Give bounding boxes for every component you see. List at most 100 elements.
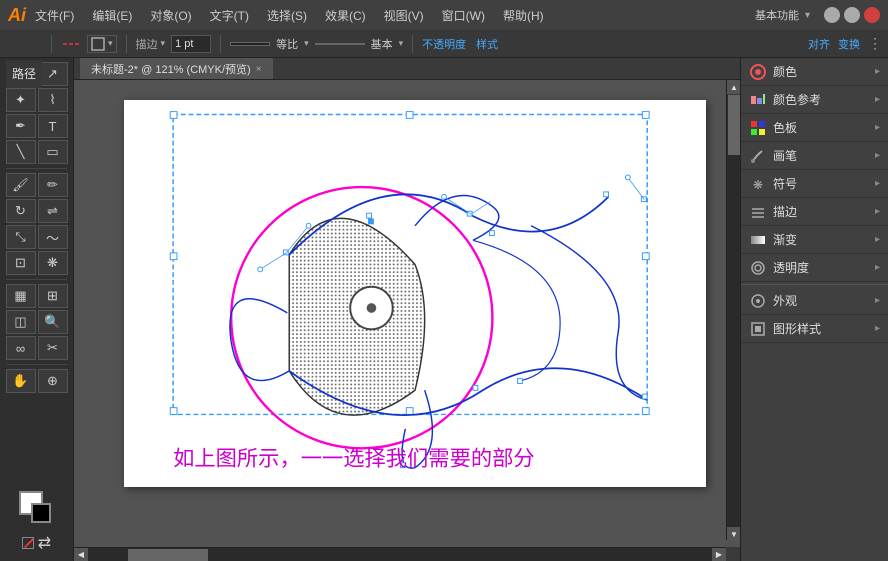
- handle-tl: [170, 112, 177, 119]
- graphic-style-panel-label: 图形样式: [773, 320, 821, 337]
- tool-hand[interactable]: ✋: [6, 369, 36, 393]
- tool-sep-2: [6, 279, 67, 280]
- panel-divider: [741, 284, 888, 285]
- swatch-panel-icon: [749, 119, 767, 137]
- panel-color-guide[interactable]: 颜色参考 ▸: [741, 86, 888, 114]
- swap-colors-icon[interactable]: ⇄: [38, 533, 51, 553]
- stroke-ratio-arrow[interactable]: ▾: [304, 38, 309, 49]
- menu-file[interactable]: 文件(F): [32, 5, 77, 26]
- canvas-viewport[interactable]: 如上图所示，一一选择我们需要的部分: [74, 80, 726, 547]
- shape-dropdown-arrow[interactable]: ▾: [108, 38, 113, 49]
- stroke-ratio-label: 等比: [276, 36, 298, 52]
- tool-brush[interactable]: 🖌: [6, 173, 36, 197]
- tool-magic-wand[interactable]: ✦: [6, 88, 36, 112]
- tool-warp[interactable]: 〜: [38, 225, 68, 249]
- panel-appearance[interactable]: 外观 ▸: [741, 287, 888, 315]
- stroke-style-selector[interactable]: 描边 ▾: [136, 36, 166, 52]
- align-label[interactable]: 对齐: [808, 36, 830, 52]
- maximize-button[interactable]: [844, 7, 860, 23]
- handle-line-1: [260, 253, 286, 269]
- none-swatch[interactable]: [22, 537, 34, 549]
- scroll-down-arrow[interactable]: ▼: [727, 527, 740, 541]
- tool-symbol[interactable]: ❋: [38, 251, 68, 275]
- stroke-style-label: 描边: [136, 36, 158, 52]
- toolbar-options-icon[interactable]: ⋮: [868, 35, 882, 52]
- document-tab[interactable]: 未标题-2* @ 121% (CMYK/预览) ×: [80, 58, 273, 79]
- menu-view[interactable]: 视图(V): [381, 5, 427, 26]
- panel-gradient[interactable]: 渐变 ▸: [741, 226, 888, 254]
- menu-effect[interactable]: 效果(C): [322, 5, 369, 26]
- right-panel: 颜色 ▸ 颜色参考 ▸ 色板 ▸: [740, 58, 888, 561]
- background-swatch[interactable]: [31, 503, 51, 523]
- scroll-thumb-h[interactable]: [128, 549, 208, 561]
- handle-dot-2: [306, 223, 311, 228]
- handle-tc: [406, 112, 413, 119]
- scroll-left-arrow[interactable]: ◀: [74, 548, 88, 561]
- anchor-3: [604, 192, 609, 197]
- tool-line[interactable]: ╲: [6, 140, 36, 164]
- tool-rotate[interactable]: ↻: [6, 199, 36, 223]
- tool-column-chart[interactable]: ▦: [6, 284, 36, 308]
- close-button[interactable]: [864, 7, 880, 23]
- panel-symbol[interactable]: ❋ 符号 ▸: [741, 170, 888, 198]
- scroll-right-arrow[interactable]: ▶: [712, 548, 726, 561]
- panel-brush[interactable]: 画笔 ▸: [741, 142, 888, 170]
- appearance-panel-arrow: ▸: [875, 295, 880, 306]
- style-label[interactable]: 样式: [476, 36, 498, 52]
- title-bar: Ai 文件(F) 编辑(E) 对象(O) 文字(T) 选择(S) 效果(C) 视…: [0, 0, 888, 30]
- tool-gradient[interactable]: ◫: [6, 310, 36, 334]
- tool-pencil[interactable]: ✏: [38, 173, 68, 197]
- minimize-button[interactable]: [824, 7, 840, 23]
- handle-line-4: [471, 202, 490, 215]
- panel-color[interactable]: 颜色 ▸: [741, 58, 888, 86]
- document-tab-close[interactable]: ×: [256, 64, 262, 75]
- transform-label[interactable]: 变换: [838, 36, 860, 52]
- stroke-width-input[interactable]: [171, 35, 211, 53]
- anchor-selected-1: [369, 219, 374, 224]
- swatch-panel-label: 色板: [773, 119, 797, 136]
- svg-text:❋: ❋: [753, 178, 763, 192]
- tool-blend[interactable]: ∞: [6, 336, 36, 360]
- tool-eyedropper[interactable]: 🔍: [38, 310, 68, 334]
- panel-stroke[interactable]: 描边 ▸: [741, 198, 888, 226]
- tool-pen[interactable]: ✒: [6, 114, 36, 138]
- scroll-track-h[interactable]: [88, 548, 712, 561]
- scrollbar-corner: [726, 547, 740, 561]
- tool-zoom[interactable]: ⊕: [38, 369, 68, 393]
- color-swatches: ⇄: [2, 487, 71, 557]
- appearance-panel-label: 外观: [773, 292, 797, 309]
- stroke-base-arrow[interactable]: ▾: [399, 38, 404, 49]
- tool-free-transform[interactable]: ⊡: [6, 251, 36, 275]
- tool-row-9: ▦ ⊞: [2, 284, 71, 308]
- menu-edit[interactable]: 编辑(E): [89, 5, 135, 26]
- panel-swatch[interactable]: 色板 ▸: [741, 114, 888, 142]
- scroll-track-v[interactable]: [727, 95, 740, 527]
- opacity-label[interactable]: 不透明度: [422, 36, 466, 52]
- artwork-svg: 如上图所示，一一选择我们需要的部分: [124, 100, 706, 487]
- vertical-scrollbar[interactable]: ▲ ▼: [726, 80, 740, 540]
- tool-lasso[interactable]: ⌇: [38, 88, 68, 112]
- workspace-dropdown-icon[interactable]: ▾: [805, 10, 810, 21]
- menu-help[interactable]: 帮助(H): [500, 5, 547, 26]
- panel-transparency[interactable]: 透明度 ▸: [741, 254, 888, 282]
- stroke-panel-icon: [749, 203, 767, 221]
- tool-scale[interactable]: ⤡: [6, 225, 36, 249]
- tool-rect[interactable]: ▭: [38, 140, 68, 164]
- horizontal-scrollbar[interactable]: ◀ ▶: [74, 547, 726, 561]
- scroll-up-arrow[interactable]: ▲: [727, 80, 740, 94]
- menu-bar: 文件(F) 编辑(E) 对象(O) 文字(T) 选择(S) 效果(C) 视图(V…: [32, 5, 547, 26]
- color-panel-arrow: ▸: [875, 66, 880, 77]
- tool-type[interactable]: T: [38, 114, 68, 138]
- tool-mesh[interactable]: ⊞: [38, 284, 68, 308]
- toolbar-sep-2: [126, 35, 127, 53]
- tool-reflect[interactable]: ⇌: [38, 199, 68, 223]
- menu-select[interactable]: 选择(S): [264, 5, 310, 26]
- panel-graphic-style[interactable]: 图形样式 ▸: [741, 315, 888, 343]
- menu-object[interactable]: 对象(O): [147, 5, 194, 26]
- tool-scissors[interactable]: ✂: [38, 336, 68, 360]
- scroll-thumb-v[interactable]: [728, 95, 740, 155]
- menu-text[interactable]: 文字(T): [207, 5, 252, 26]
- stroke-dropdown-arrow[interactable]: ▾: [161, 38, 166, 49]
- menu-window[interactable]: 窗口(W): [439, 5, 488, 26]
- shape-selector[interactable]: ▾: [87, 35, 117, 53]
